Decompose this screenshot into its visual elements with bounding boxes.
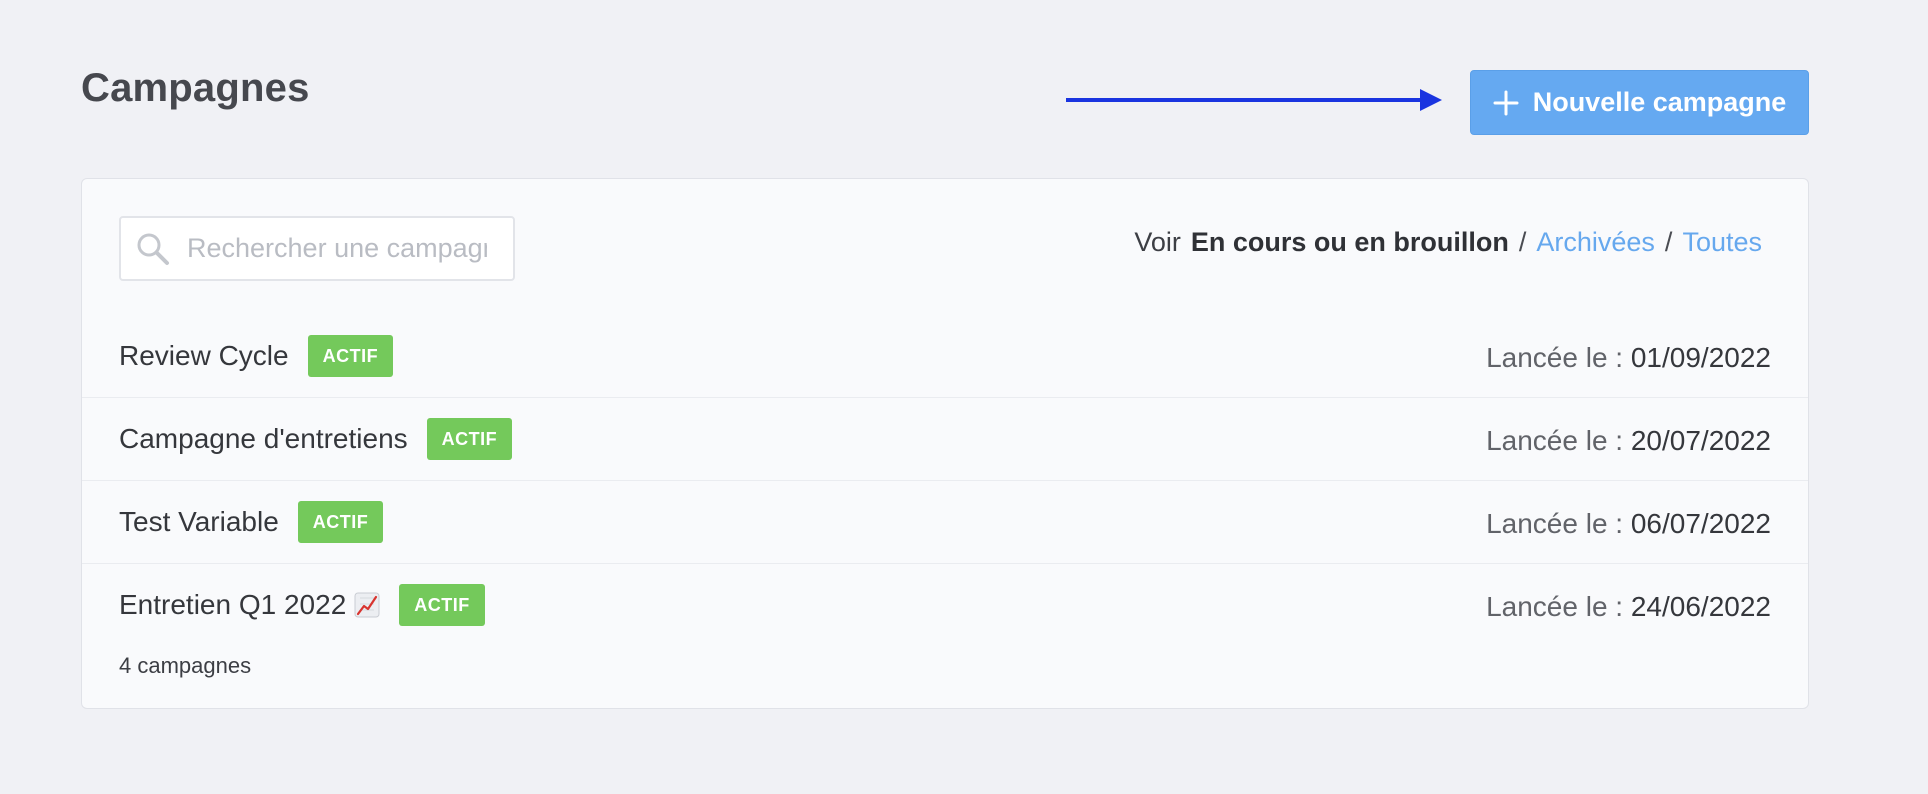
launch-date: Lancée le : 20/07/2022: [1486, 425, 1771, 457]
status-badge: ACTIF: [297, 501, 384, 543]
launch-date: Lancée le : 24/06/2022: [1486, 591, 1771, 623]
search-input[interactable]: [187, 233, 487, 264]
campaign-list: Review Cycle ACTIF Lancée le : 01/09/202…: [82, 315, 1808, 647]
launch-label: Lancée le :: [1486, 591, 1624, 622]
filter-prefix: Voir: [1134, 227, 1181, 257]
page-title: Campagnes: [81, 66, 310, 110]
annotation-arrow: [1066, 89, 1442, 111]
launch-label: Lancée le :: [1486, 342, 1624, 373]
campaign-row[interactable]: Review Cycle ACTIF Lancée le : 01/09/202…: [82, 315, 1808, 398]
launch-date-value: 24/06/2022: [1630, 591, 1771, 622]
status-badge: ACTIF: [426, 418, 513, 460]
filter-archived-link[interactable]: Archivées: [1536, 227, 1655, 258]
launch-label: Lancée le :: [1486, 508, 1624, 539]
filter-all-link[interactable]: Toutes: [1682, 227, 1762, 258]
filter-separator: /: [1664, 227, 1673, 257]
launch-date-value: 20/07/2022: [1630, 425, 1771, 456]
search-icon: [137, 233, 169, 265]
search-field[interactable]: [119, 216, 515, 281]
launch-date-value: 06/07/2022: [1630, 508, 1771, 539]
campaign-name[interactable]: Entretien Q1 2022 ACTIF: [119, 584, 485, 626]
campaign-title: Review Cycle: [119, 340, 289, 371]
campaign-name[interactable]: Review Cycle ACTIF: [119, 335, 394, 377]
new-campaign-label: Nouvelle campagne: [1532, 87, 1787, 117]
filter-current[interactable]: En cours ou en brouillon: [1191, 227, 1509, 258]
campaign-title: Entretien Q1 2022: [119, 589, 347, 620]
status-badge: ACTIF: [399, 584, 485, 626]
plus-icon: [1493, 90, 1519, 115]
campaign-name[interactable]: Test Variable ACTIF: [119, 501, 384, 543]
launch-label: Lancée le :: [1486, 425, 1624, 456]
campaign-title: Campagne d'entretiens: [119, 423, 408, 454]
launch-date-value: 01/09/2022: [1630, 342, 1771, 373]
campaign-row[interactable]: Entretien Q1 2022 ACTIF Lancée le : 24/0…: [82, 564, 1808, 647]
launch-date: Lancée le : 01/09/2022: [1486, 342, 1771, 374]
status-badge: ACTIF: [307, 335, 394, 377]
chart-increasing-icon: [354, 592, 380, 618]
campaigns-panel: Voir En cours ou en brouillon / Archivée…: [81, 178, 1809, 709]
filter-separator: /: [1518, 227, 1527, 257]
launch-date: Lancée le : 06/07/2022: [1486, 508, 1771, 540]
campaign-row[interactable]: Test Variable ACTIF Lancée le : 06/07/20…: [82, 481, 1808, 564]
status-filter: Voir En cours ou en brouillon / Archivée…: [1134, 227, 1762, 258]
campaign-name[interactable]: Campagne d'entretiens ACTIF: [119, 418, 513, 460]
campaign-row[interactable]: Campagne d'entretiens ACTIF Lancée le : …: [82, 398, 1808, 481]
new-campaign-button[interactable]: Nouvelle campagne: [1470, 70, 1809, 135]
campaign-count: 4 campagnes: [119, 653, 252, 678]
campaign-title: Test Variable: [119, 506, 279, 537]
